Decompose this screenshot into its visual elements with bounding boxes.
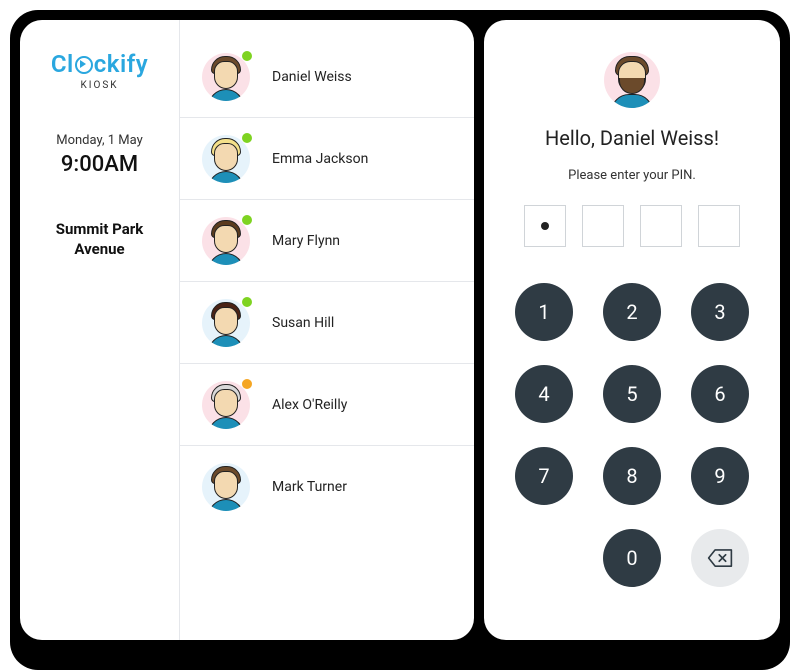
keypad: 123 456 7890 — [515, 283, 749, 587]
brand-logo: Cl ckify KIOSK — [51, 50, 148, 91]
keypad-key-0[interactable]: 0 — [603, 529, 661, 587]
user-name-label: Emma Jackson — [272, 151, 368, 167]
keypad-key-4[interactable]: 4 — [515, 365, 573, 423]
sidebar: Cl ckify KIOSK Monday, 1 May 9:00AM Summ… — [20, 20, 180, 640]
keypad-key-8[interactable]: 8 — [603, 447, 661, 505]
pin-digit-box — [582, 205, 624, 247]
user-name-label: Susan Hill — [272, 315, 334, 331]
pin-header: Hello, Daniel Weiss! Please enter your P… — [524, 20, 740, 247]
status-indicator — [242, 133, 252, 143]
status-indicator — [242, 297, 252, 307]
location-line-1: Summit Park — [56, 219, 144, 239]
user-name-label: Mark Turner — [272, 479, 347, 495]
pin-digit-box — [640, 205, 682, 247]
time-label: 9:00AM — [56, 152, 143, 177]
keypad-key-6[interactable]: 6 — [691, 365, 749, 423]
avatar — [202, 135, 250, 183]
location-line-2: Avenue — [56, 239, 144, 259]
pin-input[interactable] — [524, 205, 740, 247]
keypad-key-backspace[interactable] — [691, 529, 749, 587]
keypad-key-9[interactable]: 9 — [691, 447, 749, 505]
user-list: Daniel Weiss Emma Jackson Mary Flynn Susan … — [180, 20, 474, 640]
keypad-key-5[interactable]: 5 — [603, 365, 661, 423]
pin-digit-box — [698, 205, 740, 247]
user-row[interactable]: Mary Flynn — [180, 200, 474, 282]
kiosk-pin-screen: Hello, Daniel Weiss! Please enter your P… — [484, 20, 780, 640]
location-name: Summit Park Avenue — [56, 219, 144, 260]
pin-dot-icon — [541, 222, 549, 230]
greeting-text: Hello, Daniel Weiss! — [545, 126, 719, 150]
pin-digit-box — [524, 205, 566, 247]
avatar — [202, 299, 250, 347]
user-name-label: Daniel Weiss — [272, 69, 352, 85]
backspace-icon — [707, 548, 733, 568]
keypad-key-3[interactable]: 3 — [691, 283, 749, 341]
user-name-label: Mary Flynn — [272, 233, 340, 249]
date-label: Monday, 1 May — [56, 133, 143, 148]
keypad-key-7[interactable]: 7 — [515, 447, 573, 505]
avatar — [202, 463, 250, 511]
user-row[interactable]: Daniel Weiss — [180, 36, 474, 118]
brand-wordmark: Cl ckify — [51, 50, 148, 78]
avatar — [202, 53, 250, 101]
keypad-key-2[interactable]: 2 — [603, 283, 661, 341]
user-row[interactable]: Emma Jackson — [180, 118, 474, 200]
brand-subtitle: KIOSK — [80, 80, 118, 91]
avatar — [202, 381, 250, 429]
kiosk-list-screen: Cl ckify KIOSK Monday, 1 May 9:00AM Summ… — [20, 20, 474, 640]
clock-icon — [75, 56, 93, 74]
datetime: Monday, 1 May 9:00AM — [56, 133, 143, 177]
brand-name-pre: Cl — [51, 50, 74, 78]
status-indicator — [242, 51, 252, 61]
status-indicator — [242, 379, 252, 389]
selected-user-avatar — [604, 52, 660, 108]
user-row[interactable]: Alex O'Reilly — [180, 364, 474, 446]
user-row[interactable]: Mark Turner — [180, 446, 474, 528]
avatar — [202, 217, 250, 265]
brand-name-post: ckify — [94, 50, 148, 78]
user-name-label: Alex O'Reilly — [272, 397, 347, 413]
status-indicator — [242, 215, 252, 225]
user-row[interactable]: Susan Hill — [180, 282, 474, 364]
keypad-key-1[interactable]: 1 — [515, 283, 573, 341]
keypad-key-blank — [515, 529, 573, 587]
pin-prompt: Please enter your PIN. — [568, 168, 696, 183]
